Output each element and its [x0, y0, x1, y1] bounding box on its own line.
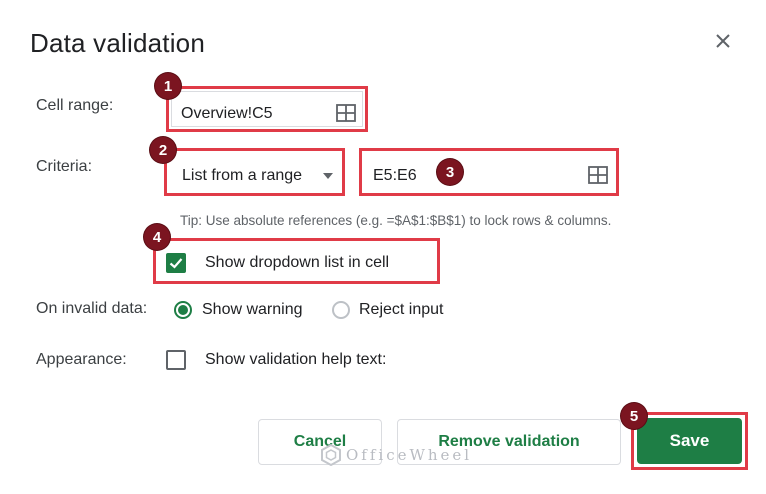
cell-range-value: Overview!C5 [181, 105, 273, 122]
dialog-title: Data validation [30, 28, 205, 58]
help-text-label: Show validation help text: [205, 351, 387, 368]
radio-reject-input[interactable] [332, 301, 350, 319]
close-button[interactable] [712, 30, 734, 52]
criteria-range-value: E5:E6 [373, 167, 417, 184]
step-badge-5: 5 [621, 403, 647, 429]
close-icon [716, 34, 730, 48]
check-icon [169, 258, 183, 269]
help-text-checkbox[interactable] [166, 350, 186, 370]
show-dropdown-label: Show dropdown list in cell [205, 254, 390, 271]
appearance-label: Appearance: [36, 351, 127, 368]
criteria-range-highlight: E5:E6 [359, 148, 619, 196]
officewheel-logo-icon [321, 444, 341, 466]
watermark: OfficeWheel [320, 444, 472, 466]
step-badge-2: 2 [150, 137, 176, 163]
criteria-type-highlight: List from a range [164, 148, 345, 196]
radio-show-warning[interactable] [174, 301, 192, 319]
save-button[interactable]: Save [637, 418, 742, 464]
step-badge-1: 1 [155, 73, 181, 99]
criteria-type-value: List from a range [182, 167, 303, 184]
criteria-label: Criteria: [36, 158, 93, 175]
grid-select-icon[interactable] [588, 166, 608, 184]
chevron-down-icon [323, 173, 333, 179]
reject-input-label: Reject input [359, 301, 444, 318]
step-badge-3: 3 [437, 159, 463, 185]
show-dropdown-checkbox[interactable] [166, 253, 186, 273]
grid-select-icon[interactable] [336, 104, 356, 122]
cell-range-highlight: Overview!C5 [166, 86, 368, 132]
watermark-text: OfficeWheel [346, 446, 473, 464]
criteria-type-select[interactable]: List from a range [169, 153, 340, 191]
criteria-range-input[interactable]: E5:E6 [364, 153, 614, 191]
cell-range-input[interactable]: Overview!C5 [171, 91, 363, 127]
tip-text: Tip: Use absolute references (e.g. =$A$1… [180, 213, 612, 228]
step-badge-4: 4 [144, 224, 170, 250]
show-warning-label: Show warning [202, 301, 303, 318]
cell-range-label: Cell range: [36, 97, 114, 114]
invalid-data-label: On invalid data: [36, 300, 148, 317]
